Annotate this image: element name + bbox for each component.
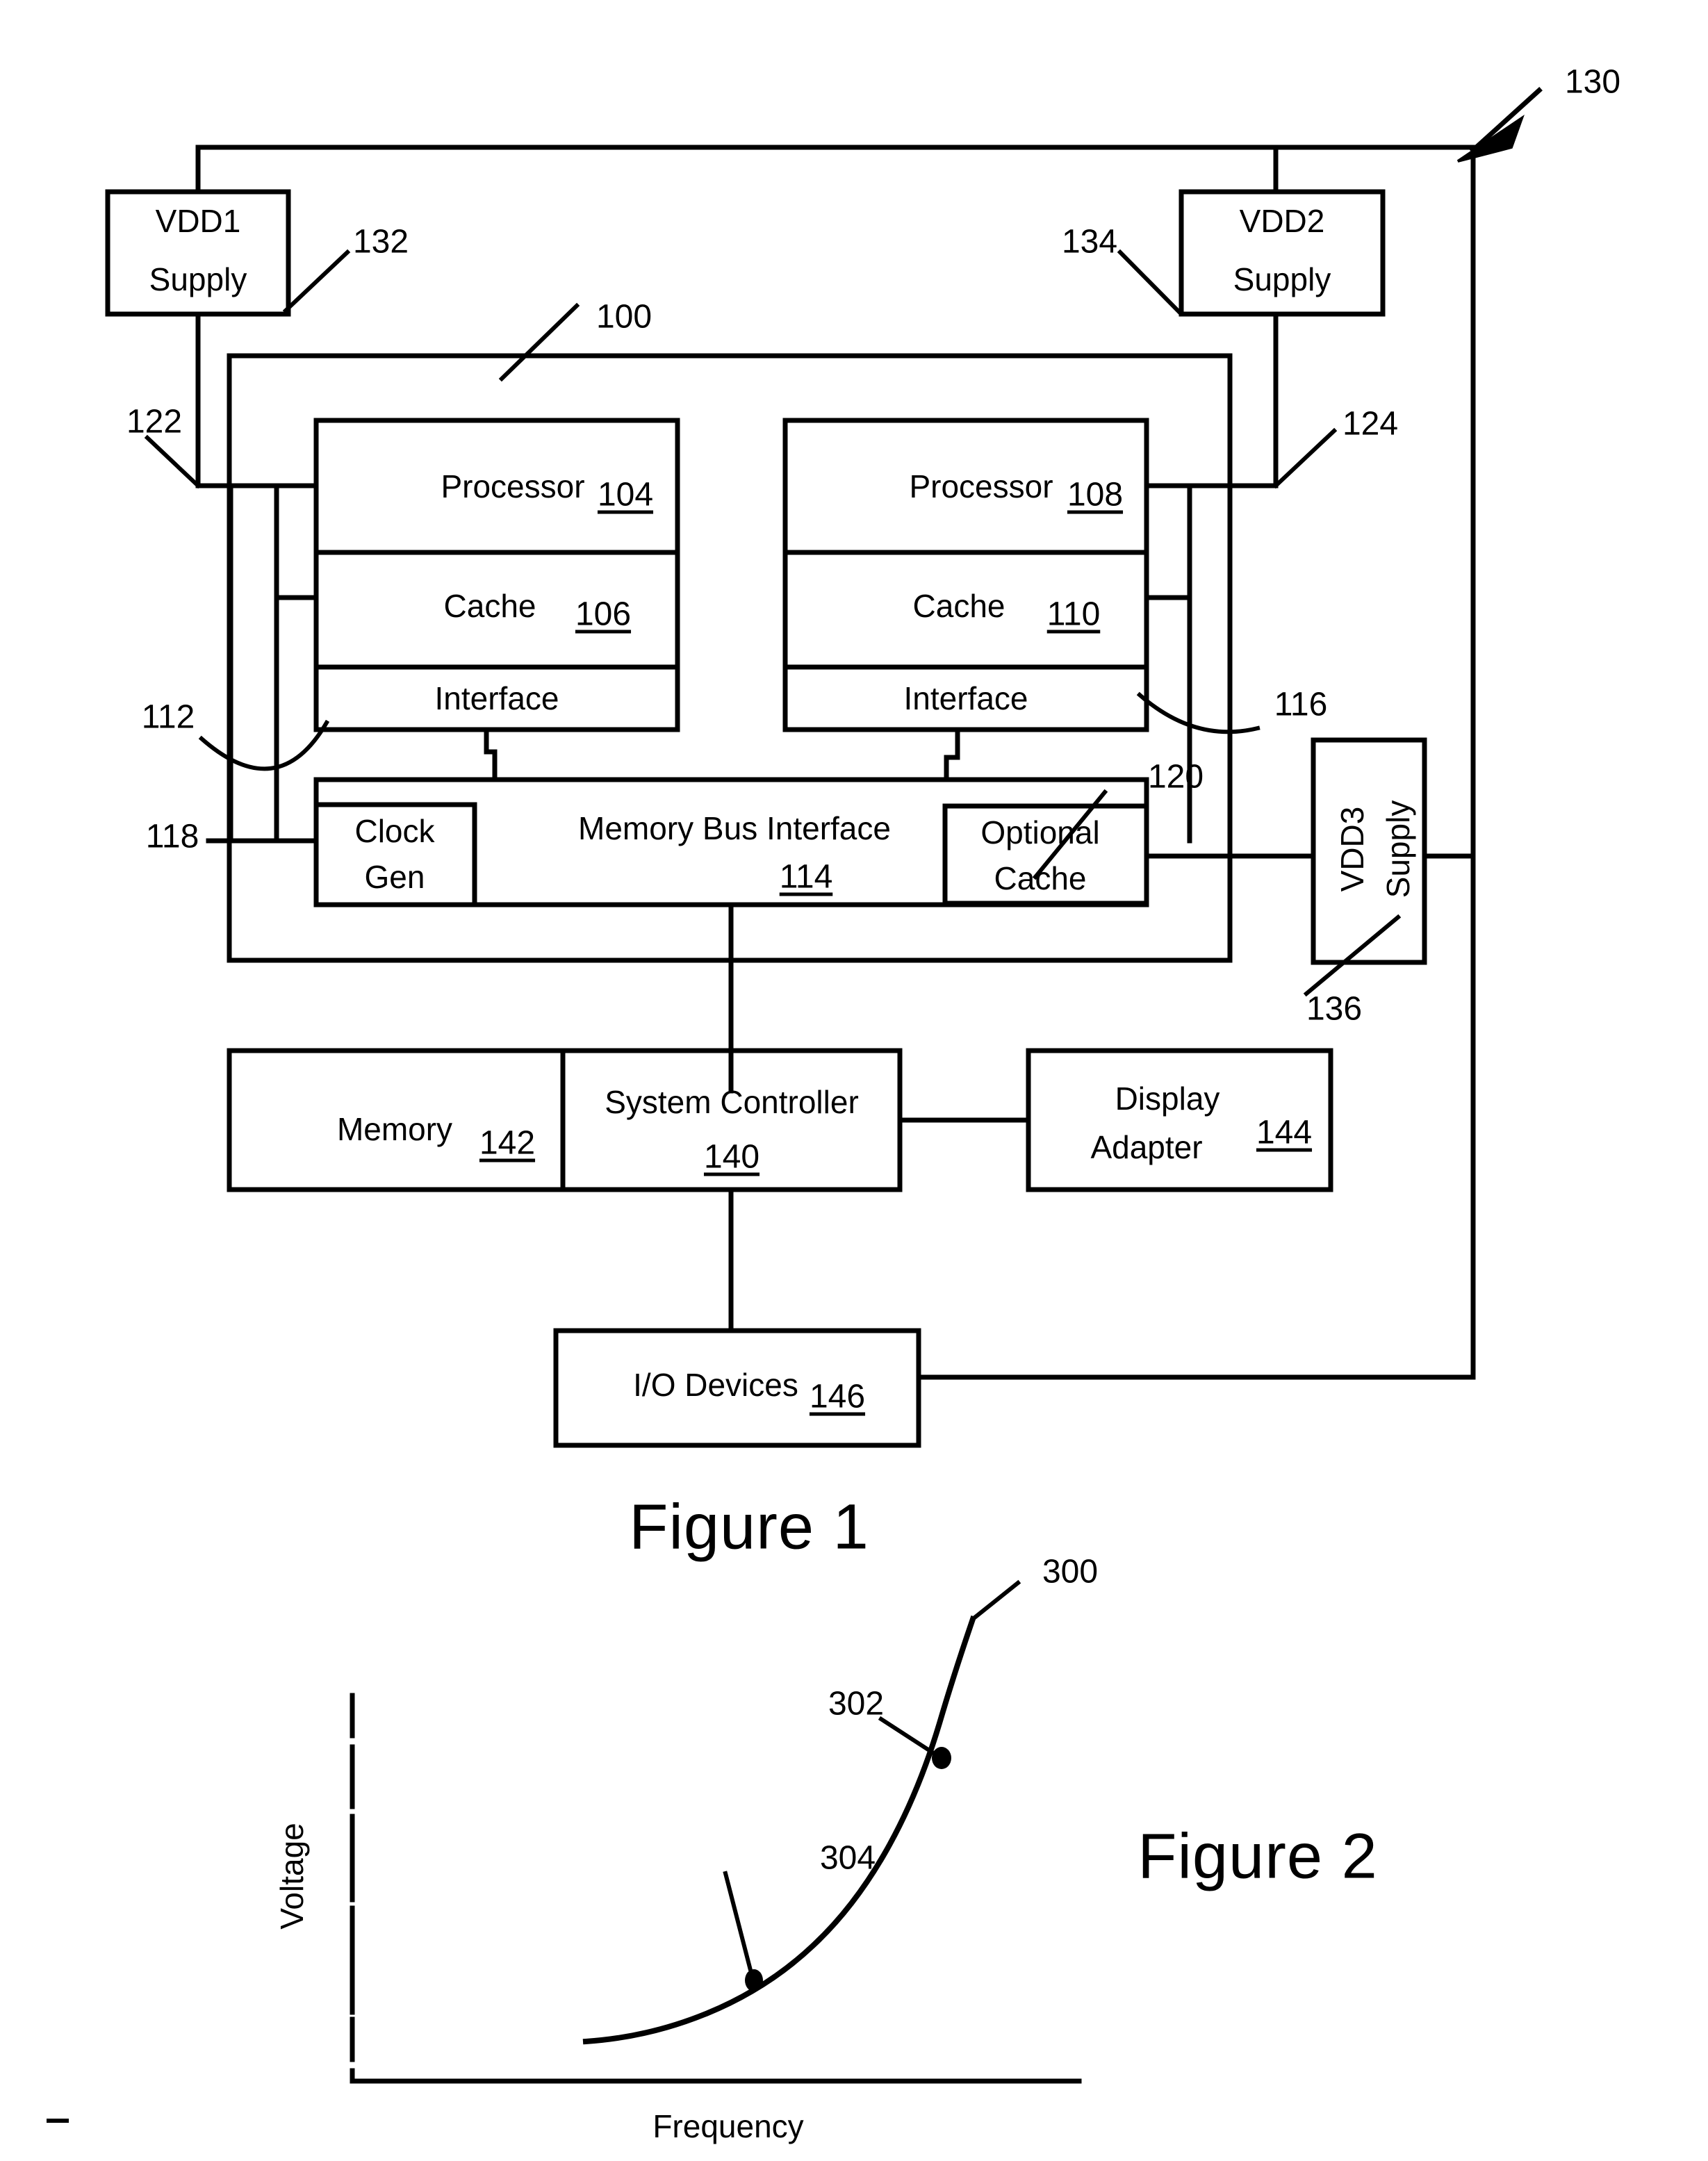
ref-132-leader [282, 249, 351, 314]
processor-104-label: Processor [441, 468, 585, 504]
system-controller-140-label: System Controller [605, 1084, 859, 1120]
ref-134-leader [1117, 249, 1183, 316]
ref-116-leader [1136, 691, 1261, 734]
ref-122: 122 [126, 403, 183, 441]
cache-106-ref: 106 [575, 595, 632, 633]
ref-302: 302 [828, 1685, 885, 1723]
ref-132: 132 [352, 223, 409, 261]
ref-134: 134 [1061, 223, 1118, 261]
system-controller-140-ref: 140 [703, 1138, 760, 1176]
processor-108-label: Processor [909, 468, 1053, 504]
ref-130-arrowhead [1456, 114, 1525, 163]
ref-100-leader [498, 302, 580, 382]
ref-300-leader [969, 1579, 1021, 1622]
cache-106-label: Cache [443, 588, 536, 624]
memory-142-ref: 142 [479, 1124, 536, 1162]
ref-122-leader [144, 434, 202, 489]
vdd3-supply-line2: Supply [1380, 800, 1416, 898]
ref-130: 130 [1564, 63, 1621, 101]
vdd3-supply-line1: VDD3 [1334, 806, 1370, 892]
patent-figure-page: VDD1 Supply 132 VDD2 Supply 134 VDD3 Sup… [0, 0, 1708, 2161]
ref-136: 136 [1306, 990, 1363, 1028]
ref-116: 116 [1274, 686, 1328, 723]
optional-cache-line2: Cache [994, 860, 1087, 896]
ref-118: 118 [145, 818, 199, 855]
interface-112-label: Interface [434, 680, 559, 716]
clock-gen-line1: Clock [354, 813, 435, 849]
ref-136-leader [1303, 914, 1402, 997]
vdd1-supply-line1: VDD1 [155, 203, 241, 239]
ref-124: 124 [1342, 405, 1399, 443]
chart-point-302 [932, 1747, 951, 1769]
ref-100: 100 [596, 298, 652, 336]
ref-302-leader [878, 1716, 938, 1757]
ref-124-leader [1272, 427, 1338, 489]
chart-x-axis-label: Frequency [652, 2108, 804, 2144]
chart-y-axis-label: Voltage [274, 1823, 310, 1930]
display-adapter-144-ref: 144 [1256, 1114, 1313, 1151]
ref-304: 304 [819, 1839, 876, 1877]
ref-120: 120 [1147, 758, 1204, 796]
interface-116-label: Interface [903, 680, 1028, 716]
chart-point-304 [745, 1969, 763, 1991]
clock-gen-line2: Gen [364, 859, 425, 895]
core1-interface-bus-lead [484, 727, 498, 782]
optional-cache-line1: Optional [980, 814, 1100, 851]
io-devices-146-ref: 146 [809, 1378, 866, 1415]
processor-108-ref: 108 [1067, 476, 1124, 513]
ref-112: 112 [141, 698, 195, 736]
figure-2-title: Figure 2 [1138, 1821, 1378, 1892]
ref-112-leader [198, 719, 330, 771]
io-devices-146-label: I/O Devices [633, 1367, 798, 1403]
figure-1-title: Figure 1 [629, 1491, 869, 1563]
chart-curve-300 [582, 1615, 977, 2045]
cache-110-label: Cache [912, 588, 1005, 624]
vdd1-supply-line2: Supply [149, 261, 247, 297]
core2-interface-bus-lead [944, 727, 960, 782]
memory-bus-interface-ref: 114 [779, 858, 833, 896]
memory-142-label: Memory [336, 1111, 453, 1147]
vdd2-supply-line2: Supply [1233, 261, 1331, 297]
display-adapter-line1: Display [1115, 1080, 1220, 1117]
figure-artwork [47, 87, 1543, 2123]
vdd2-supply-line1: VDD2 [1239, 203, 1325, 239]
cache-110-ref: 110 [1046, 595, 1101, 633]
processor-104-ref: 104 [597, 476, 654, 513]
memory-bus-interface-label: Memory Bus Interface [578, 810, 891, 846]
display-adapter-line2: Adapter [1090, 1129, 1203, 1165]
ref-304-leader [723, 1871, 755, 1978]
ref-300: 300 [1042, 1553, 1099, 1591]
